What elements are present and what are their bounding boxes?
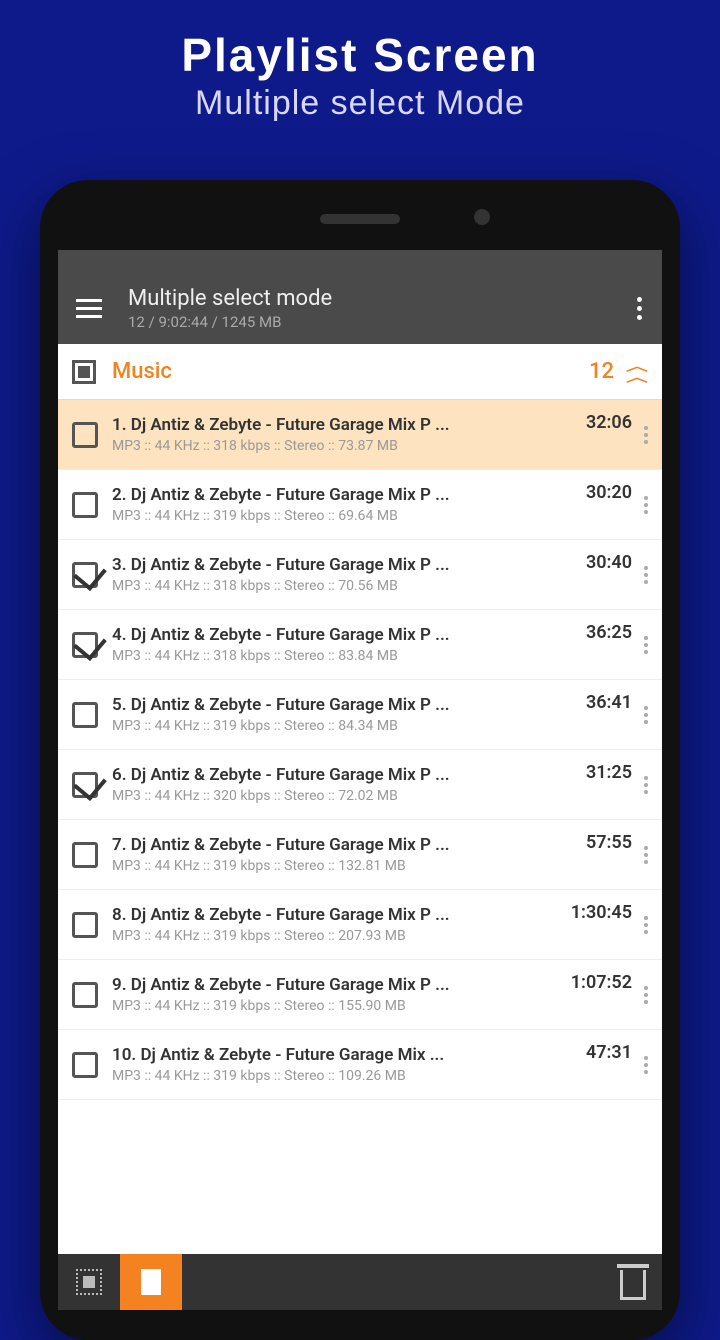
track-title: 2. Dj Antiz & Zebyte - Future Garage Mix…	[112, 485, 576, 505]
track-info: 10. Dj Antiz & Zebyte - Future Garage Mi…	[112, 1045, 576, 1084]
track-title: 1. Dj Antiz & Zebyte - Future Garage Mix…	[112, 415, 576, 435]
track-title: 4. Dj Antiz & Zebyte - Future Garage Mix…	[112, 625, 576, 645]
track-title: 10. Dj Antiz & Zebyte - Future Garage Mi…	[112, 1045, 576, 1065]
app-bar: Multiple select mode 12 / 9:02:44 / 1245…	[58, 272, 662, 344]
track-subtitle: MP3 :: 44 KHz :: 318 kbps :: Stereo :: 7…	[112, 438, 576, 454]
track-menu-icon[interactable]	[640, 418, 652, 452]
track-row[interactable]: 5. Dj Antiz & Zebyte - Future Garage Mix…	[58, 680, 662, 750]
track-info: 6. Dj Antiz & Zebyte - Future Garage Mix…	[112, 765, 576, 804]
track-title: 6. Dj Antiz & Zebyte - Future Garage Mix…	[112, 765, 576, 785]
track-checkbox[interactable]	[72, 912, 98, 938]
track-duration: 32:06	[586, 412, 632, 433]
track-subtitle: MP3 :: 44 KHz :: 319 kbps :: Stereo :: 1…	[112, 998, 561, 1014]
track-duration: 31:25	[586, 762, 632, 783]
track-info: 1. Dj Antiz & Zebyte - Future Garage Mix…	[112, 415, 576, 454]
phone-frame: Multiple select mode 12 / 9:02:44 / 1245…	[40, 180, 680, 1340]
track-info: 5. Dj Antiz & Zebyte - Future Garage Mix…	[112, 695, 576, 734]
track-checkbox[interactable]	[72, 982, 98, 1008]
track-info: 7. Dj Antiz & Zebyte - Future Garage Mix…	[112, 835, 576, 874]
track-subtitle: MP3 :: 44 KHz :: 320 kbps :: Stereo :: 7…	[112, 788, 576, 804]
track-row[interactable]: 8. Dj Antiz & Zebyte - Future Garage Mix…	[58, 890, 662, 960]
track-subtitle: MP3 :: 44 KHz :: 319 kbps :: Stereo :: 2…	[112, 928, 561, 944]
promo-header: Playlist Screen Multiple select Mode	[0, 0, 720, 123]
section-count: 12	[589, 359, 614, 384]
app-bar-title: Multiple select mode	[128, 286, 627, 311]
app-screen: Multiple select mode 12 / 9:02:44 / 1245…	[58, 250, 662, 1310]
track-info: 2. Dj Antiz & Zebyte - Future Garage Mix…	[112, 485, 576, 524]
track-title: 5. Dj Antiz & Zebyte - Future Garage Mix…	[112, 695, 576, 715]
track-row[interactable]: 7. Dj Antiz & Zebyte - Future Garage Mix…	[58, 820, 662, 890]
track-menu-icon[interactable]	[640, 768, 652, 802]
track-subtitle: MP3 :: 44 KHz :: 319 kbps :: Stereo :: 1…	[112, 1068, 576, 1084]
overflow-menu-icon[interactable]	[627, 287, 652, 330]
phone-speaker	[320, 214, 400, 224]
track-checkbox[interactable]	[72, 492, 98, 518]
track-info: 3. Dj Antiz & Zebyte - Future Garage Mix…	[112, 555, 576, 594]
track-duration: 47:31	[586, 1042, 632, 1063]
section-title: Music	[112, 359, 589, 384]
phone-camera	[474, 209, 490, 225]
track-row[interactable]: 6. Dj Antiz & Zebyte - Future Garage Mix…	[58, 750, 662, 820]
track-checkbox[interactable]	[72, 842, 98, 868]
track-duration: 36:41	[586, 692, 632, 713]
track-checkbox[interactable]	[72, 562, 98, 588]
grid-icon	[76, 1269, 102, 1295]
tab-select-pattern[interactable]	[58, 1254, 120, 1310]
track-checkbox[interactable]	[72, 422, 98, 448]
track-list[interactable]: 1. Dj Antiz & Zebyte - Future Garage Mix…	[58, 400, 662, 1100]
app-bar-subtitle: 12 / 9:02:44 / 1245 MB	[128, 313, 627, 331]
track-checkbox[interactable]	[72, 632, 98, 658]
track-title: 8. Dj Antiz & Zebyte - Future Garage Mix…	[112, 905, 561, 925]
select-all-checkbox[interactable]	[72, 360, 96, 384]
track-duration: 57:55	[586, 832, 632, 853]
track-duration: 30:40	[586, 552, 632, 573]
bottom-bar	[58, 1254, 662, 1310]
track-subtitle: MP3 :: 44 KHz :: 319 kbps :: Stereo :: 8…	[112, 718, 576, 734]
track-duration: 30:20	[586, 482, 632, 503]
track-info: 4. Dj Antiz & Zebyte - Future Garage Mix…	[112, 625, 576, 664]
track-menu-icon[interactable]	[640, 628, 652, 662]
track-menu-icon[interactable]	[640, 978, 652, 1012]
track-checkbox[interactable]	[72, 1052, 98, 1078]
track-menu-icon[interactable]	[640, 1048, 652, 1082]
track-info: 8. Dj Antiz & Zebyte - Future Garage Mix…	[112, 905, 561, 944]
collapse-icon[interactable]: ︿︿	[626, 361, 648, 383]
track-row[interactable]: 4. Dj Antiz & Zebyte - Future Garage Mix…	[58, 610, 662, 680]
track-duration: 1:30:45	[571, 902, 632, 923]
track-menu-icon[interactable]	[640, 698, 652, 732]
track-menu-icon[interactable]	[640, 838, 652, 872]
track-menu-icon[interactable]	[640, 558, 652, 592]
track-info: 9. Dj Antiz & Zebyte - Future Garage Mix…	[112, 975, 561, 1014]
track-subtitle: MP3 :: 44 KHz :: 319 kbps :: Stereo :: 6…	[112, 508, 576, 524]
track-row[interactable]: 10. Dj Antiz & Zebyte - Future Garage Mi…	[58, 1030, 662, 1100]
track-title: 9. Dj Antiz & Zebyte - Future Garage Mix…	[112, 975, 561, 995]
trash-icon[interactable]	[620, 1270, 646, 1300]
track-checkbox[interactable]	[72, 702, 98, 728]
track-row[interactable]: 1. Dj Antiz & Zebyte - Future Garage Mix…	[58, 400, 662, 470]
app-bar-text: Multiple select mode 12 / 9:02:44 / 1245…	[128, 286, 627, 331]
track-checkbox[interactable]	[72, 772, 98, 798]
promo-title: Playlist Screen	[0, 28, 720, 82]
track-row[interactable]: 2. Dj Antiz & Zebyte - Future Garage Mix…	[58, 470, 662, 540]
track-subtitle: MP3 :: 44 KHz :: 319 kbps :: Stereo :: 1…	[112, 858, 576, 874]
promo-subtitle: Multiple select Mode	[0, 84, 720, 123]
track-duration: 36:25	[586, 622, 632, 643]
track-title: 7. Dj Antiz & Zebyte - Future Garage Mix…	[112, 835, 576, 855]
hamburger-icon[interactable]	[76, 299, 106, 318]
track-duration: 1:07:52	[571, 972, 632, 993]
tab-active[interactable]	[120, 1254, 182, 1310]
page-icon	[141, 1269, 161, 1295]
status-bar	[58, 250, 662, 272]
track-row[interactable]: 9. Dj Antiz & Zebyte - Future Garage Mix…	[58, 960, 662, 1030]
track-title: 3. Dj Antiz & Zebyte - Future Garage Mix…	[112, 555, 576, 575]
section-header: Music 12 ︿︿	[58, 344, 662, 400]
track-menu-icon[interactable]	[640, 488, 652, 522]
track-row[interactable]: 3. Dj Antiz & Zebyte - Future Garage Mix…	[58, 540, 662, 610]
track-subtitle: MP3 :: 44 KHz :: 318 kbps :: Stereo :: 8…	[112, 648, 576, 664]
track-subtitle: MP3 :: 44 KHz :: 318 kbps :: Stereo :: 7…	[112, 578, 576, 594]
track-menu-icon[interactable]	[640, 908, 652, 942]
